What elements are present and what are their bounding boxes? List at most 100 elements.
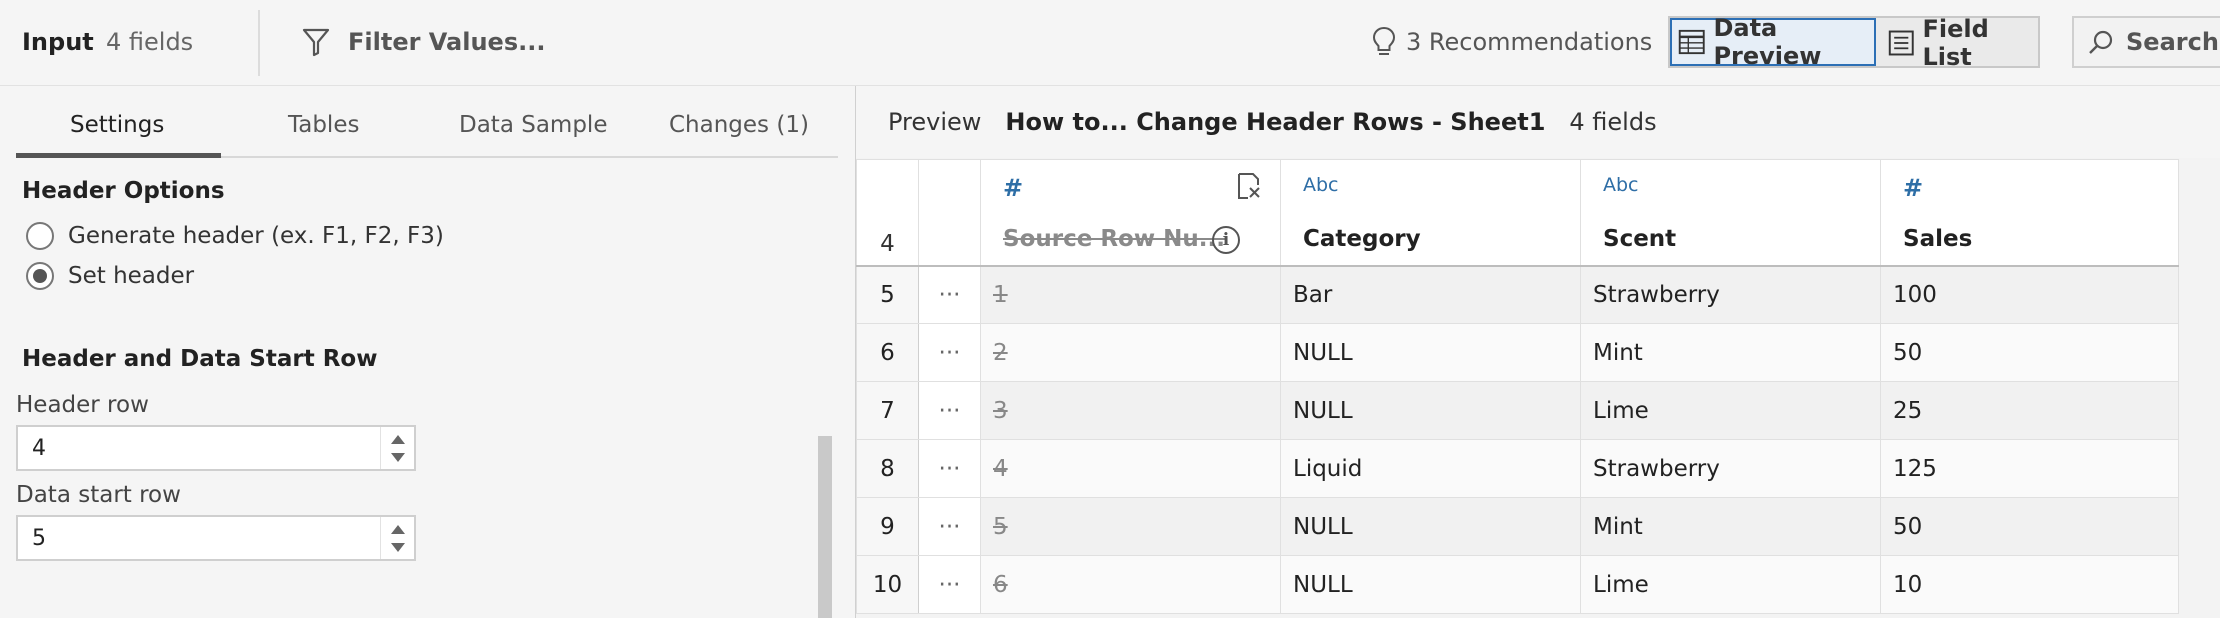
row-menu-icon[interactable]: ··· (918, 439, 981, 498)
data-start-row-stepper (16, 515, 416, 561)
header-options-title: Header Options (22, 178, 225, 204)
row-number: 7 (856, 381, 919, 440)
row-menu-icon[interactable]: ··· (918, 381, 981, 440)
data-start-row-input[interactable] (18, 517, 378, 559)
table-icon (1678, 29, 1705, 55)
preview-label: Preview (888, 108, 982, 136)
info-icon[interactable]: i (1212, 226, 1240, 254)
step-title: Input (22, 28, 94, 56)
cell-scent: Mint (1580, 497, 1881, 556)
filter-values-label: Filter Values... (348, 28, 546, 56)
data-start-row-label: Data start row (16, 482, 181, 508)
cell-category: NULL (1280, 323, 1581, 382)
increment-up-icon[interactable] (391, 525, 405, 534)
table-row[interactable]: 8 ··· 4 Liquid Strawberry 125 (856, 439, 2179, 498)
row-number: 10 (856, 555, 919, 614)
table-row[interactable]: 10 ··· 6 NULL Lime 10 (856, 555, 2179, 614)
cell-scent: Mint (1580, 323, 1881, 382)
tab-changes[interactable]: Changes (1) (669, 112, 809, 138)
start-row-title: Header and Data Start Row (22, 346, 378, 372)
number-type-icon: # (1903, 174, 1924, 202)
row-number: 6 (856, 323, 919, 382)
cell-sales: 125 (1880, 439, 2179, 498)
column-header-source-row[interactable]: # Source Row Nu... i (980, 159, 1281, 267)
column-name-sales: Sales (1903, 226, 1973, 252)
column-name-category: Category (1303, 226, 1421, 252)
set-header-radio[interactable]: Set header (26, 262, 194, 290)
cell-sales: 50 (1880, 497, 2179, 556)
increment-up-icon[interactable] (391, 435, 405, 444)
table-row[interactable]: 5 ··· 1 Bar Strawberry 100 (856, 265, 2179, 324)
header-row-number: 4 (880, 230, 895, 257)
data-grid: 4 # Source Row Nu... i Abc Category Abc … (856, 159, 2179, 614)
data-preview-label: Data Preview (1713, 14, 1822, 70)
cell-scent: Strawberry (1580, 439, 1881, 498)
cell-sales: 100 (1880, 265, 2179, 324)
lightbulb-icon (1372, 26, 1396, 55)
cell-scent: Lime (1580, 555, 1881, 614)
filter-values-button[interactable]: Filter Values... (302, 22, 545, 62)
row-number: 5 (856, 265, 919, 324)
cell-category: Bar (1280, 265, 1581, 324)
column-header-scent[interactable]: Abc Scent (1580, 159, 1881, 267)
cell-sales: 25 (1880, 381, 2179, 440)
step-field-count: 4 fields (106, 28, 194, 56)
settings-scrollbar[interactable] (818, 436, 832, 618)
column-name-source-row: Source Row Nu... (1003, 226, 1225, 252)
row-number: 8 (856, 439, 919, 498)
table-row[interactable]: 6 ··· 2 NULL Mint 50 (856, 323, 2179, 382)
removed-field-icon[interactable] (1236, 172, 1262, 200)
field-list-label: Field List (1922, 15, 1989, 71)
data-preview-button[interactable]: Data Preview (1670, 14, 1876, 70)
header-row-stepper (16, 425, 416, 471)
cell-sales: 10 (1880, 555, 2179, 614)
row-menu-header-cell (918, 159, 981, 267)
recommendations-button[interactable]: 3 Recommendations (1372, 22, 1652, 62)
field-list-button[interactable]: Field List (1882, 15, 2038, 71)
cell-source-row: 1 (980, 265, 1281, 324)
row-menu-icon[interactable]: ··· (918, 323, 981, 382)
number-type-icon: # (1003, 174, 1024, 202)
search-button[interactable]: Search (2072, 16, 2220, 68)
recommendations-label: 3 Recommendations (1406, 28, 1653, 56)
radio-checked-icon (26, 262, 54, 290)
tab-settings[interactable]: Settings (70, 112, 164, 138)
cell-scent: Strawberry (1580, 265, 1881, 324)
preview-header: Preview How to... Change Header Rows - S… (856, 86, 2220, 158)
header-row-input[interactable] (18, 427, 378, 469)
string-type-icon: Abc (1303, 174, 1339, 196)
decrement-down-icon[interactable] (391, 453, 405, 462)
preview-field-count: 4 fields (1569, 108, 1657, 136)
list-icon (1888, 30, 1914, 56)
generate-header-radio[interactable]: Generate header (ex. F1, F2, F3) (26, 222, 444, 250)
cell-source-row: 5 (980, 497, 1281, 556)
set-header-label: Set header (68, 263, 195, 289)
data-preview-panel: Preview How to... Change Header Rows - S… (855, 86, 2220, 618)
filter-icon (302, 28, 330, 57)
settings-tabs: Settings Tables Data Sample Changes (1) (16, 86, 838, 158)
table-row[interactable]: 9 ··· 5 NULL Mint 50 (856, 497, 2179, 556)
cell-source-row: 4 (980, 439, 1281, 498)
cell-source-row: 6 (980, 555, 1281, 614)
table-row[interactable]: 7 ··· 3 NULL Lime 25 (856, 381, 2179, 440)
data-start-row-arrows (380, 517, 414, 559)
column-name-scent: Scent (1603, 226, 1677, 252)
column-header-category[interactable]: Abc Category (1280, 159, 1581, 267)
tab-tables[interactable]: Tables (288, 112, 359, 138)
row-menu-icon[interactable]: ··· (918, 555, 981, 614)
search-icon (2089, 30, 2113, 54)
decrement-down-icon[interactable] (391, 543, 405, 552)
column-header-sales[interactable]: # Sales (1880, 159, 2179, 267)
row-menu-icon[interactable]: ··· (918, 497, 981, 556)
tab-data-sample[interactable]: Data Sample (459, 112, 607, 138)
cell-category: NULL (1280, 555, 1581, 614)
header-row-number-cell: 4 (856, 159, 919, 267)
cell-sales: 50 (1880, 323, 2179, 382)
radio-unchecked-icon (26, 222, 54, 250)
preview-source-name: How to... Change Header Rows - Sheet1 (1005, 108, 1546, 136)
cell-scent: Lime (1580, 381, 1881, 440)
cell-category: NULL (1280, 381, 1581, 440)
settings-panel: Settings Tables Data Sample Changes (1) … (0, 86, 855, 618)
row-menu-icon[interactable]: ··· (918, 265, 981, 324)
search-label: Search (2126, 28, 2219, 56)
